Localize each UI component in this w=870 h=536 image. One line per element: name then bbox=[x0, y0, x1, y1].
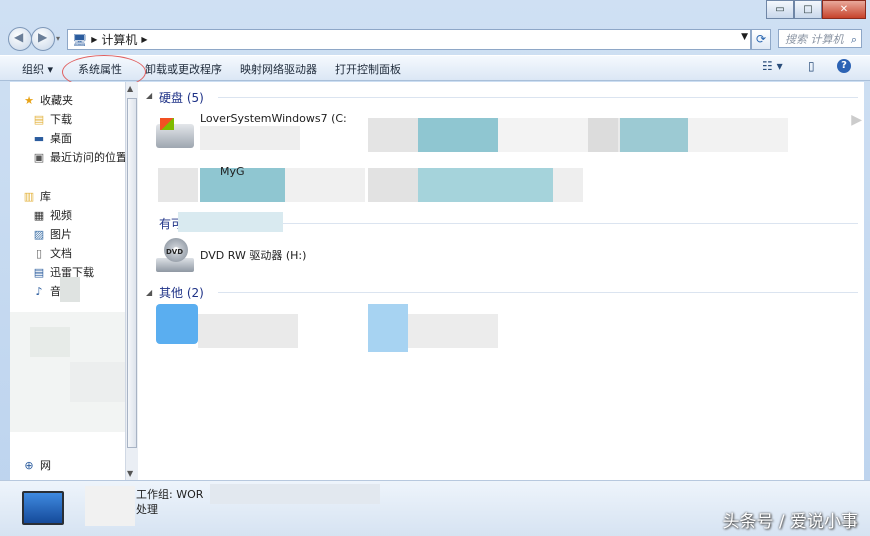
pixelated-region bbox=[418, 118, 498, 152]
search-icon[interactable]: ⌕ bbox=[851, 30, 857, 49]
nav-scrollbar[interactable]: ▲ ▼ bbox=[125, 82, 138, 480]
refresh-icon[interactable]: ⟳ bbox=[751, 29, 771, 50]
nav-documents[interactable]: ▯ 文档 bbox=[32, 245, 72, 261]
star-icon: ★ bbox=[24, 93, 34, 107]
nav-desktop[interactable]: ▬ 桌面 bbox=[32, 130, 72, 146]
pixelated-region bbox=[70, 362, 125, 402]
download-folder-icon: ▤ bbox=[33, 265, 45, 279]
pixelated-region bbox=[60, 277, 80, 302]
pixelated-region bbox=[688, 118, 788, 152]
nav-favorites[interactable]: ★ 收藏夹 bbox=[22, 92, 73, 108]
pixelated-region bbox=[158, 168, 198, 202]
watermark-text: 头条号 / 爱说小事 bbox=[722, 512, 858, 532]
music-icon: ♪ bbox=[35, 284, 43, 298]
scroll-up-icon[interactable]: ▲ bbox=[127, 84, 133, 93]
close-button[interactable]: ✕ bbox=[822, 0, 866, 19]
group-hard-disks[interactable]: 硬盘 (5) bbox=[159, 89, 204, 106]
nav-videos[interactable]: ▦ 视频 bbox=[32, 207, 72, 223]
pixelated-region bbox=[198, 314, 298, 348]
nav-music[interactable]: ♪ 音 bbox=[32, 283, 61, 299]
forward-button[interactable]: ▶ bbox=[31, 27, 55, 51]
nav-downloads[interactable]: ▤ 下载 bbox=[32, 111, 72, 127]
nav-pictures[interactable]: ▨ 图片 bbox=[32, 226, 72, 242]
organize-button[interactable]: 组织 ▾ bbox=[22, 61, 53, 77]
group-divider bbox=[218, 97, 858, 98]
pixelated-region bbox=[200, 126, 300, 150]
pixelated-region bbox=[620, 118, 688, 152]
hard-drive-icon bbox=[156, 118, 194, 148]
computer-large-icon bbox=[22, 491, 64, 525]
breadcrumb-computer[interactable]: 计算机 bbox=[101, 31, 137, 48]
pixelated-region bbox=[210, 484, 380, 504]
address-bar[interactable]: 🖥 ▶ 计算机 ▶ ▼ bbox=[67, 29, 751, 50]
dvd-drive-icon: DVD bbox=[156, 238, 194, 272]
group-divider bbox=[218, 223, 858, 224]
scroll-down-icon[interactable]: ▼ bbox=[127, 469, 133, 478]
scroll-thumb[interactable] bbox=[127, 98, 137, 448]
workgroup-label: 工作组: WOR bbox=[136, 488, 204, 501]
scroll-right-icon[interactable]: ▶ bbox=[851, 112, 862, 128]
maximize-button[interactable]: □ bbox=[794, 0, 822, 19]
pixelated-region bbox=[85, 486, 135, 526]
pixelated-region bbox=[285, 168, 365, 202]
collapse-arrow-icon[interactable]: ◢ bbox=[146, 91, 152, 100]
recent-places-icon: ▣ bbox=[33, 150, 45, 164]
group-divider bbox=[218, 292, 858, 293]
pixelated-region bbox=[368, 168, 418, 202]
pixelated-region bbox=[498, 118, 588, 152]
drive-dvd[interactable]: DVD DVD RW 驱动器 (H:) bbox=[156, 238, 306, 272]
pixelated-region bbox=[588, 118, 618, 152]
pixelated-region bbox=[408, 314, 498, 348]
preview-pane-icon[interactable]: ▯ bbox=[808, 59, 815, 73]
network-location-icon[interactable] bbox=[156, 304, 198, 344]
nav-network[interactable]: ⊕ 网 bbox=[22, 457, 51, 473]
help-icon[interactable]: ? bbox=[837, 59, 851, 73]
address-dropdown-icon[interactable]: ▼ bbox=[741, 32, 748, 42]
downloads-folder-icon: ▤ bbox=[33, 112, 45, 126]
breadcrumb-separator-icon[interactable]: ▶ bbox=[91, 35, 97, 44]
search-input[interactable]: 搜索 计算机 ⌕ bbox=[778, 29, 862, 48]
drive-c[interactable] bbox=[156, 118, 200, 148]
desktop-icon: ▬ bbox=[33, 131, 45, 145]
pixelated-region bbox=[418, 168, 553, 202]
collapse-arrow-icon[interactable]: ◢ bbox=[146, 288, 152, 297]
explorer-window: ▭ □ ✕ ◀ ▶ ▾ 🖥 ▶ 计算机 ▶ ▼ ⟳ 搜索 计算机 ⌕ 组织 ▾ 系… bbox=[0, 0, 870, 536]
network-icon: ⊕ bbox=[24, 458, 34, 472]
caption-buttons: ▭ □ ✕ bbox=[766, 0, 866, 19]
pixelated-region bbox=[30, 327, 70, 357]
breadcrumb-separator-icon[interactable]: ▶ bbox=[141, 35, 147, 44]
pixelated-region bbox=[368, 118, 418, 152]
minimize-button[interactable]: ▭ bbox=[766, 0, 794, 19]
nav-recent[interactable]: ▣ 最近访问的位置 bbox=[32, 149, 125, 165]
view-options-icon[interactable]: ☷ ▾ bbox=[762, 59, 783, 73]
folder-icon[interactable] bbox=[368, 304, 408, 352]
open-control-panel-button[interactable]: 打开控制面板 bbox=[335, 61, 401, 77]
back-button[interactable]: ◀ bbox=[8, 27, 32, 51]
computer-icon: 🖥 bbox=[72, 32, 88, 47]
documents-icon: ▯ bbox=[35, 246, 43, 260]
content-pane: ◢ 硬盘 (5) LoverSystemWindows7 (C: MyG 有可移 bbox=[138, 82, 864, 480]
history-dropdown-icon[interactable]: ▾ bbox=[56, 34, 60, 43]
map-network-drive-button[interactable]: 映射网络驱动器 bbox=[240, 61, 317, 77]
nav-libraries[interactable]: ▥ 库 bbox=[22, 188, 51, 204]
processor-label: 处理 bbox=[136, 503, 158, 516]
group-other[interactable]: 其他 (2) bbox=[159, 284, 204, 301]
dvd-drive-label: DVD RW 驱动器 (H:) bbox=[200, 249, 307, 262]
pictures-icon: ▨ bbox=[33, 227, 45, 241]
drive-c-label: LoverSystemWindows7 (C: bbox=[200, 112, 347, 125]
pixelated-region bbox=[553, 168, 583, 202]
navigation-pane: ★ 收藏夹 ▤ 下载 ▬ 桌面 ▣ 最近访问的位置 ▥ 库 ▦ 视频 ▨ 图片 ▯ 文档 ▤ 迅雷… bbox=[10, 82, 126, 480]
drive-d-label: MyG bbox=[220, 165, 245, 178]
uninstall-program-button[interactable]: 卸载或更改程序 bbox=[145, 61, 222, 77]
video-icon: ▦ bbox=[33, 208, 45, 222]
pixelated-region bbox=[178, 212, 283, 232]
library-icon: ▥ bbox=[23, 189, 35, 203]
